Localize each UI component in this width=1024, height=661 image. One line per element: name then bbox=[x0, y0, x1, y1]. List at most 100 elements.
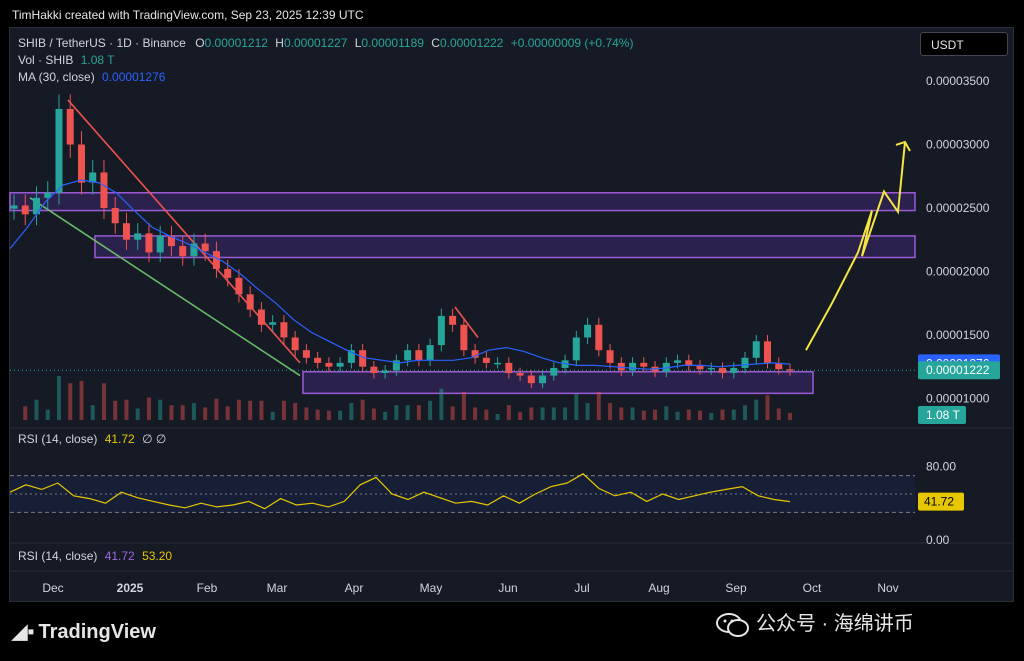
volume-bar bbox=[484, 409, 489, 420]
rsi-tick-label: 0.00 bbox=[926, 533, 950, 547]
candle-body bbox=[246, 294, 254, 310]
zone-0 bbox=[9, 192, 916, 212]
candle-body bbox=[77, 144, 85, 183]
time-tick-label: Mar bbox=[267, 581, 288, 595]
price-tick-label: 0.00001500 bbox=[926, 328, 990, 342]
candle-body bbox=[752, 341, 760, 358]
volume-bar bbox=[158, 399, 163, 420]
candle-body bbox=[730, 367, 738, 374]
candle-body bbox=[516, 373, 524, 376]
volume-bar bbox=[169, 405, 174, 420]
candle-body bbox=[111, 207, 119, 224]
candle-body bbox=[325, 362, 333, 367]
candle-body bbox=[134, 233, 142, 240]
volume-bar bbox=[698, 410, 703, 420]
volume-bar bbox=[664, 406, 669, 420]
volume-bar bbox=[304, 407, 309, 420]
volume-bar bbox=[416, 405, 421, 420]
volume-bar bbox=[788, 412, 792, 420]
volume-bar bbox=[585, 403, 590, 420]
candle-body bbox=[156, 235, 164, 253]
volume-bar bbox=[686, 409, 691, 420]
price-tick-label: 0.00003000 bbox=[926, 138, 990, 152]
time-tick-label: 2025 bbox=[117, 581, 144, 595]
candle-body bbox=[10, 205, 18, 209]
candle-body bbox=[336, 362, 344, 367]
volume-bar bbox=[45, 409, 50, 420]
candle-body bbox=[145, 233, 153, 253]
candle-body bbox=[460, 324, 468, 351]
candle-body bbox=[707, 367, 715, 370]
volume-bar bbox=[180, 405, 185, 420]
candle-body bbox=[269, 322, 277, 325]
candle-body bbox=[674, 360, 682, 363]
volume-bar bbox=[225, 406, 230, 420]
time-tick-label: Dec bbox=[42, 581, 63, 595]
candle-body bbox=[584, 324, 592, 338]
rsi-tick-label: 80.00 bbox=[926, 459, 956, 473]
chart-canvas[interactable]: 0.00003500 0.00003000 0.00002500 0.00002000… bbox=[0, 0, 1024, 661]
volume-bar bbox=[259, 400, 264, 420]
volume-bar bbox=[326, 410, 331, 420]
candle-body bbox=[764, 341, 772, 363]
candle-body bbox=[404, 350, 412, 361]
volume-bar bbox=[450, 406, 455, 420]
volume-bar bbox=[135, 408, 140, 420]
volume-bar bbox=[529, 407, 534, 420]
candle-body bbox=[66, 108, 74, 145]
projection-arrowhead bbox=[895, 140, 911, 152]
price-tick-label: 0.00003500 bbox=[926, 74, 990, 88]
resistance-trendline bbox=[67, 99, 301, 364]
time-tick-label: May bbox=[420, 581, 443, 595]
tradingview-logo[interactable]: ◢▪ TradingView bbox=[12, 619, 156, 644]
wechat-watermark: 公众号 · 海绵讲币 bbox=[716, 607, 914, 638]
volume-bar bbox=[574, 394, 579, 420]
volume-bar bbox=[191, 403, 196, 420]
volume-bar bbox=[709, 412, 714, 420]
volume-bar bbox=[495, 414, 500, 420]
volume-bar bbox=[270, 411, 275, 420]
volume-bar bbox=[281, 400, 286, 420]
volume-bar bbox=[540, 407, 545, 420]
volume-bar bbox=[461, 392, 466, 420]
candle-body bbox=[21, 205, 29, 215]
candle-body bbox=[179, 246, 187, 257]
support-trendline bbox=[29, 197, 301, 377]
volume-bar bbox=[518, 411, 523, 420]
volume-bar bbox=[439, 388, 444, 420]
time-tick-label: Aug bbox=[648, 581, 669, 595]
volume-bar bbox=[731, 409, 736, 420]
candle-body bbox=[291, 337, 299, 351]
candle-body bbox=[415, 350, 423, 361]
candle-body bbox=[55, 108, 63, 193]
price-tick-label: 0.00002000 bbox=[926, 264, 990, 278]
close-badge: 0.00001222 bbox=[926, 363, 990, 377]
volume-bar bbox=[203, 407, 208, 420]
time-tick-label: Nov bbox=[877, 581, 898, 595]
logo-text: TradingView bbox=[38, 621, 156, 643]
candle-body bbox=[302, 350, 310, 358]
candle-body bbox=[449, 315, 457, 325]
volume-bar bbox=[383, 411, 388, 420]
candle-body bbox=[595, 324, 603, 351]
candle-body bbox=[122, 223, 130, 240]
candle-body bbox=[426, 345, 434, 361]
candle-body bbox=[494, 362, 502, 365]
volume-bar bbox=[506, 405, 511, 420]
candle-body bbox=[235, 277, 243, 295]
wechat-icon bbox=[716, 612, 749, 637]
time-tick-label: Jun bbox=[498, 581, 517, 595]
candle-body bbox=[224, 268, 232, 278]
volume-bar bbox=[113, 400, 118, 420]
candle-body bbox=[640, 362, 648, 367]
candle-body bbox=[685, 360, 693, 366]
volume-bar bbox=[293, 403, 298, 420]
volume-bar bbox=[68, 383, 73, 420]
candle-body bbox=[606, 350, 614, 363]
volume-bar bbox=[743, 405, 748, 420]
volume-bar bbox=[720, 409, 725, 420]
watermark-text: 公众号 · 海绵讲币 bbox=[756, 613, 914, 635]
time-tick-label: Sep bbox=[725, 581, 747, 595]
time-tick-label: Feb bbox=[197, 581, 218, 595]
volume-bar bbox=[608, 403, 613, 420]
